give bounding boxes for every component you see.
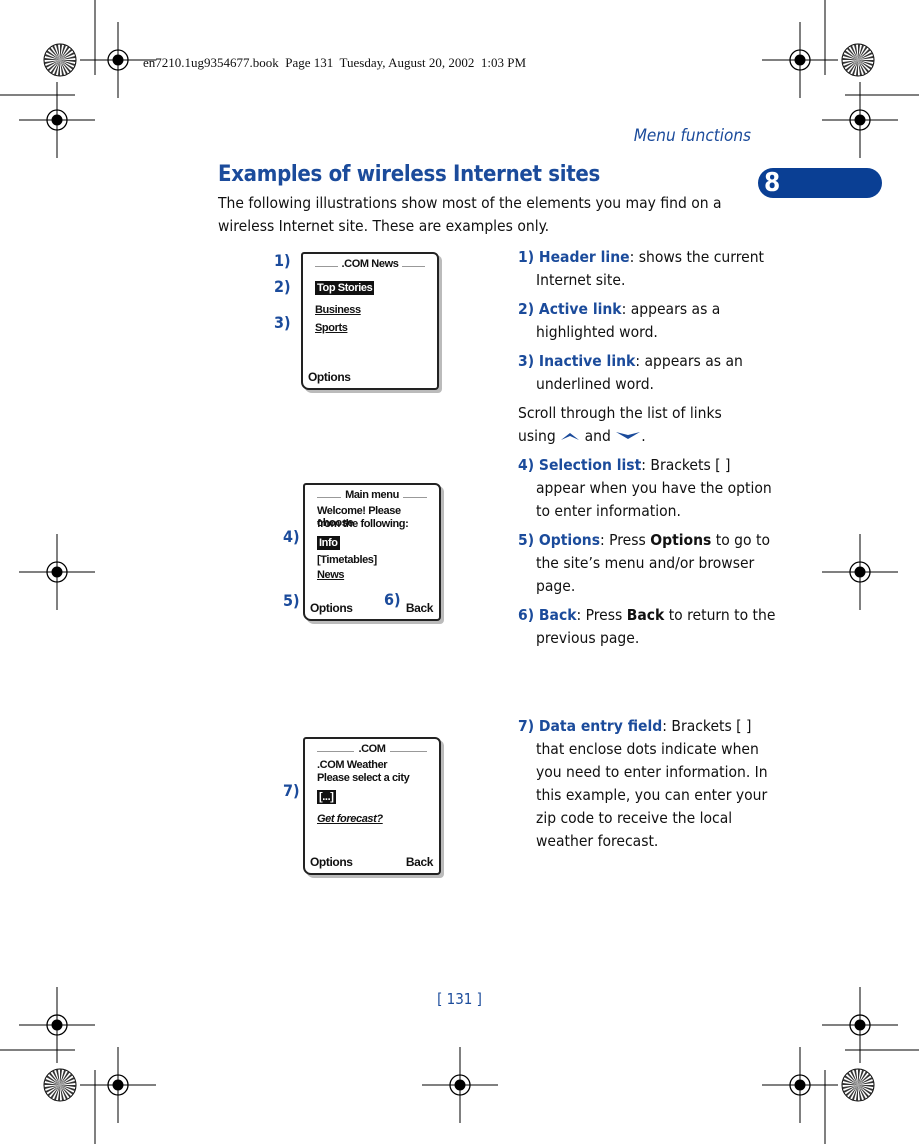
item-key: 2) Active link bbox=[518, 300, 622, 318]
inactive-link: Sports bbox=[315, 322, 348, 334]
item-key: 5) Options bbox=[518, 531, 601, 549]
crosshair-mark bbox=[762, 1047, 838, 1123]
selection-list: [Timetables] bbox=[317, 554, 377, 566]
item-data-entry: 7) Data entry field: Brackets [ ] that e… bbox=[518, 715, 776, 853]
crosshair-mark bbox=[822, 534, 898, 610]
active-link: Top Stories bbox=[315, 281, 375, 295]
item-text: : Press bbox=[600, 531, 651, 549]
crosshair-mark bbox=[422, 1047, 498, 1123]
options-softkey: Options bbox=[310, 601, 353, 615]
options-softkey: Options bbox=[310, 855, 353, 869]
callout-4: 4) bbox=[283, 527, 300, 546]
callout-1: 1) bbox=[274, 251, 291, 270]
scroll-up-icon bbox=[561, 433, 580, 440]
starburst-mark bbox=[841, 43, 875, 77]
intro-text: The following illustrations show most of… bbox=[218, 194, 722, 235]
callout-3: 3) bbox=[274, 313, 291, 332]
back-softkey: Back bbox=[405, 855, 433, 869]
callout-7: 7) bbox=[283, 781, 300, 800]
screen-text: .COM Weather bbox=[317, 759, 388, 771]
header-line: Main menu bbox=[341, 489, 403, 501]
item-key: 4) Selection list bbox=[518, 456, 642, 474]
phone-screen-weather: .COM .COM Weather Please select a city [… bbox=[303, 737, 441, 875]
item-header-line: 1) Header line: shows the current Intern… bbox=[518, 246, 776, 292]
item-active-link: 2) Active link: appears as a highlighted… bbox=[518, 298, 776, 344]
callout-6: 6) bbox=[384, 590, 401, 609]
item-bold: Back bbox=[626, 606, 665, 624]
item-key: 6) Back bbox=[518, 606, 577, 624]
scroll-down-icon bbox=[616, 432, 641, 439]
inactive-link: Business bbox=[315, 304, 361, 316]
item-back: 6) Back: Press Back to return to the pre… bbox=[518, 604, 776, 650]
active-link: Info bbox=[317, 536, 340, 550]
crosshair-mark bbox=[80, 1047, 156, 1123]
page-number: [ 131 ] bbox=[437, 990, 482, 1008]
callout-5: 5) bbox=[283, 591, 300, 610]
starburst-mark bbox=[43, 1068, 77, 1102]
crosshair-mark bbox=[19, 82, 95, 158]
starburst-mark bbox=[43, 43, 77, 77]
inactive-link: News bbox=[317, 569, 345, 581]
item-inactive-link: 3) Inactive link: appears as an underlin… bbox=[518, 350, 776, 396]
scroll-text: . bbox=[641, 427, 646, 445]
chapter-tab: 8 bbox=[758, 168, 882, 198]
page-title: Examples of wireless Internet sites bbox=[218, 162, 601, 187]
manual-page: en7210.1ug9354677.book Page 131 Tuesday,… bbox=[0, 0, 919, 1144]
crosshair-mark bbox=[19, 534, 95, 610]
data-entry-field: [...] bbox=[317, 790, 336, 804]
starburst-mark bbox=[841, 1068, 875, 1102]
callout-2: 2) bbox=[274, 277, 291, 296]
item-bold: Options bbox=[650, 531, 712, 549]
item-key: 1) Header line bbox=[518, 248, 630, 266]
crosshair-mark bbox=[822, 82, 898, 158]
screen-text: from the following: bbox=[317, 518, 409, 530]
scroll-note: Scroll through the list of links using a… bbox=[518, 402, 758, 448]
item-text: : Press bbox=[576, 606, 627, 624]
print-header: en7210.1ug9354677.book Page 131 Tuesday,… bbox=[143, 55, 527, 70]
inactive-link: Get forecast? bbox=[317, 813, 383, 825]
phone-screen-news: .COM News Top Stories Business Sports Op… bbox=[301, 252, 439, 390]
item-text: : Brackets [ ] that enclose dots indicat… bbox=[536, 717, 768, 850]
phone-screen-main-menu: Main menu Welcome! Please choose from th… bbox=[303, 483, 441, 621]
crosshair-mark bbox=[762, 22, 838, 98]
item-selection-list: 4) Selection list: Brackets [ ] appear w… bbox=[518, 454, 776, 523]
options-softkey: Options bbox=[308, 370, 351, 384]
back-softkey: Back bbox=[405, 601, 433, 615]
header-line: .COM bbox=[354, 743, 390, 755]
header-line: .COM News bbox=[337, 258, 403, 270]
screen-text: Please select a city bbox=[317, 772, 410, 784]
item-options: 5) Options: Press Options to go to the s… bbox=[518, 529, 776, 598]
scroll-text: and bbox=[584, 427, 611, 445]
section-title: Menu functions bbox=[633, 126, 751, 146]
item-key: 3) Inactive link bbox=[518, 352, 636, 370]
item-key: 7) Data entry field bbox=[518, 717, 663, 735]
